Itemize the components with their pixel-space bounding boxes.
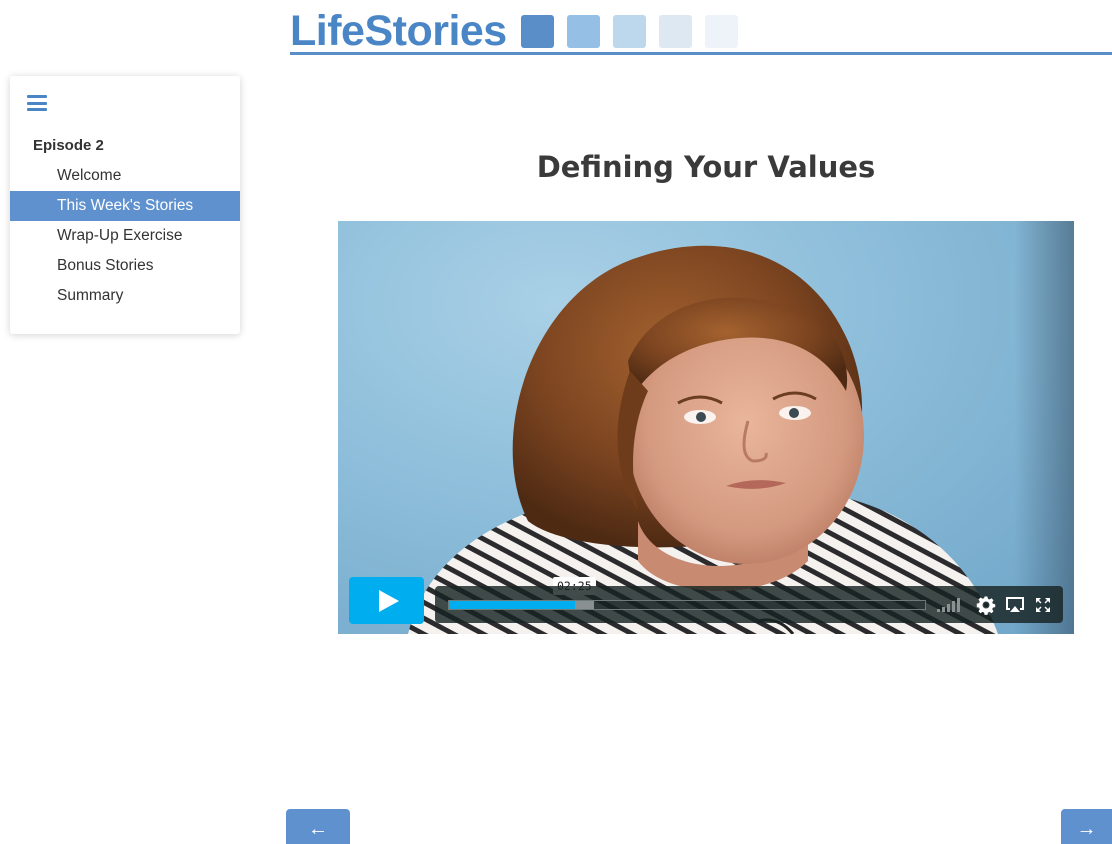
episode-sidebar: Episode 2 Welcome This Week's Stories Wrap… xyxy=(10,76,240,334)
video-control-bar xyxy=(435,586,1063,623)
logo-square xyxy=(520,14,554,48)
play-button[interactable] xyxy=(349,577,424,624)
sidebar-item-this-week-s-stories[interactable]: This Week's Stories xyxy=(10,191,240,221)
progress-played xyxy=(449,601,576,609)
sidebar-item-welcome[interactable]: Welcome xyxy=(10,161,240,191)
episode-title: Episode 2 xyxy=(33,137,104,154)
logo-squares xyxy=(520,14,738,48)
next-page-button[interactable]: → xyxy=(1061,809,1112,844)
sidebar-item-summary[interactable]: Summary xyxy=(10,281,240,311)
logo-square xyxy=(612,14,646,48)
fullscreen-icon[interactable] xyxy=(1033,595,1053,615)
video-frame-image xyxy=(408,245,998,634)
episode-menu: Welcome This Week's Stories Wrap-Up Exerci… xyxy=(10,161,240,311)
logo: LifeStories xyxy=(290,8,738,54)
sidebar-item-bonus-stories[interactable]: Bonus Stories xyxy=(10,251,240,281)
airplay-icon[interactable] xyxy=(1005,595,1025,615)
volume-icon[interactable] xyxy=(937,598,965,612)
logo-square xyxy=(566,14,600,48)
hamburger-menu-icon[interactable] xyxy=(27,95,47,111)
previous-page-button[interactable]: ← xyxy=(286,809,350,844)
progress-bar[interactable] xyxy=(448,600,926,610)
logo-square xyxy=(658,14,692,48)
header-divider xyxy=(290,52,1112,55)
logo-text: LifeStories xyxy=(290,6,507,55)
sidebar-item-wrap-up-exercise[interactable]: Wrap-Up Exercise xyxy=(10,221,240,251)
video-edge-shade xyxy=(1014,221,1074,634)
video-player[interactable]: 02:25 xyxy=(338,221,1074,634)
play-icon xyxy=(378,589,399,612)
page-title: Defining Your Values xyxy=(536,150,876,184)
logo-square xyxy=(704,14,738,48)
settings-gear-icon[interactable] xyxy=(976,595,996,615)
